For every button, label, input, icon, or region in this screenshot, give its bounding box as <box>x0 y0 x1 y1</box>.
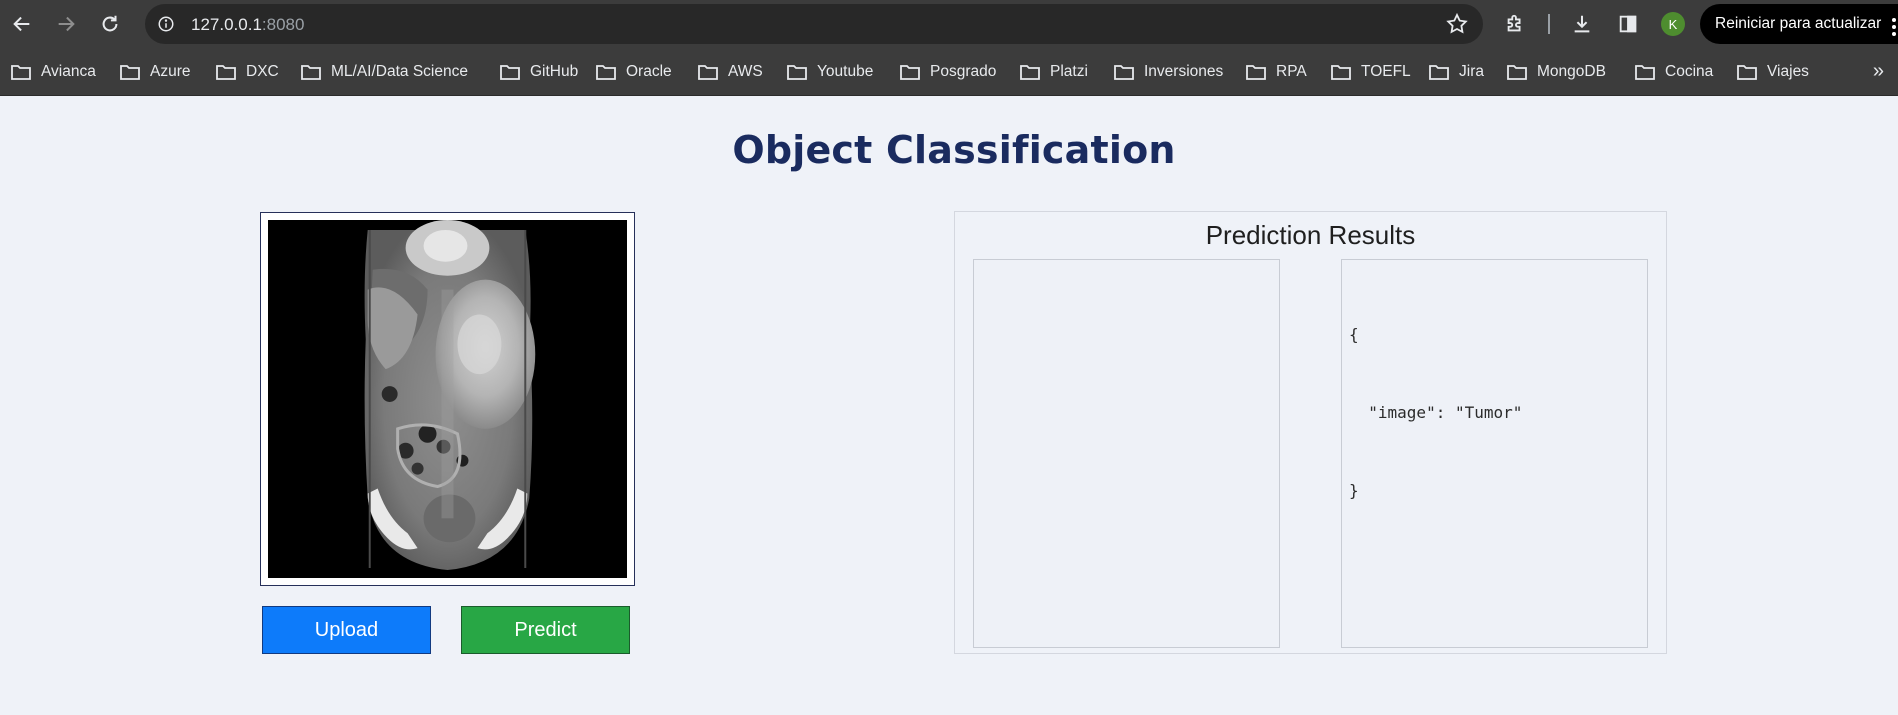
bookmark-label: AWS <box>728 63 763 80</box>
bookmark-label: GitHub <box>530 63 579 80</box>
profile-avatar[interactable]: K <box>1661 12 1685 36</box>
toolbar-divider <box>1548 14 1550 34</box>
results-json-panel: { "image": "Tumor" } <box>1341 259 1648 648</box>
chevron-double-right-icon[interactable]: » <box>1873 60 1884 83</box>
bookmark-platzi[interactable]: Platzi <box>1019 58 1088 86</box>
browser-toolbar: 127.0.0.1:8080 K Reiniciar para actualiz… <box>0 0 1898 48</box>
bookmark-label: Viajes <box>1767 63 1809 80</box>
upload-button[interactable]: Upload <box>262 606 431 654</box>
bookmark-viajes[interactable]: Viajes <box>1736 58 1809 86</box>
json-line: } <box>1349 481 1359 500</box>
reload-icon[interactable] <box>96 10 124 38</box>
bookmark-label: Azure <box>150 63 191 80</box>
json-line: { <box>1349 325 1359 344</box>
results-title: Prediction Results <box>1205 220 1416 250</box>
folder-icon <box>1634 63 1665 81</box>
back-arrow-icon[interactable] <box>8 10 36 38</box>
forward-arrow-icon[interactable] <box>52 10 80 38</box>
bookmark-label: Cocina <box>1665 63 1714 80</box>
bookmark-star-icon[interactable] <box>1445 12 1469 41</box>
url-port: :8080 <box>261 15 305 34</box>
bookmark-label: Jira <box>1459 63 1484 80</box>
results-json: { "image": "Tumor" } <box>1349 270 1522 556</box>
folder-icon <box>595 63 626 81</box>
bookmark-label: Platzi <box>1050 63 1088 80</box>
folder-icon <box>899 63 930 81</box>
folder-icon <box>1428 63 1459 81</box>
folder-icon <box>1736 63 1767 81</box>
bookmark-github[interactable]: GitHub <box>499 58 578 86</box>
folder-icon <box>697 63 728 81</box>
bookmark-label: Youtube <box>817 63 874 80</box>
url-text[interactable]: 127.0.0.1:8080 <box>191 15 304 35</box>
bookmark-jira[interactable]: Jira <box>1428 58 1484 86</box>
bookmark-label: Avianca <box>41 63 96 80</box>
bookmark-aws[interactable]: AWS <box>697 58 763 86</box>
bookmark-label: Oracle <box>626 63 672 80</box>
bookmark-inversiones[interactable]: Inversiones <box>1113 58 1223 86</box>
restart-to-update-button[interactable]: Reiniciar para actualizar <box>1700 4 1898 44</box>
bookmark-dxc[interactable]: DXC <box>215 58 279 86</box>
json-line: "image": "Tumor" <box>1349 403 1523 422</box>
folder-icon <box>786 63 817 81</box>
restart-to-update-label: Reiniciar para actualizar <box>1715 15 1882 32</box>
bookmark-label: MongoDB <box>1537 63 1606 80</box>
bookmark-label: DXC <box>246 63 279 80</box>
bookmark-rpa[interactable]: RPA <box>1245 58 1307 86</box>
folder-icon <box>1330 63 1361 81</box>
folder-icon <box>499 63 530 81</box>
bookmark-ml-ai-data-science[interactable]: ML/AI/Data Science <box>300 58 468 86</box>
image-preview-frame <box>260 212 635 586</box>
bookmark-label: Inversiones <box>1144 63 1224 80</box>
bookmark-label: ML/AI/Data Science <box>331 63 468 80</box>
results-image-panel <box>973 259 1280 648</box>
bookmark-azure[interactable]: Azure <box>119 58 191 86</box>
more-vert-icon[interactable] <box>1892 18 1896 38</box>
prediction-results-panel: Prediction Results { "image": "Tumor" } <box>954 211 1667 654</box>
url-host: 127.0.0.1 <box>191 15 262 34</box>
bookmark-mongodb[interactable]: MongoDB <box>1506 58 1606 86</box>
side-panel-icon[interactable] <box>1614 10 1642 38</box>
extensions-icon[interactable] <box>1501 10 1529 38</box>
folder-icon <box>119 63 150 81</box>
download-icon[interactable] <box>1568 10 1596 38</box>
folder-icon <box>300 63 331 81</box>
folder-icon <box>215 63 246 81</box>
bookmark-oracle[interactable]: Oracle <box>595 58 672 86</box>
folder-icon <box>1245 63 1276 81</box>
predict-button[interactable]: Predict <box>461 606 630 654</box>
folder-icon <box>1113 63 1144 81</box>
folder-icon <box>1506 63 1537 81</box>
site-info-icon[interactable] <box>154 12 178 36</box>
folder-icon <box>1019 63 1050 81</box>
page-title: Object Classification <box>732 128 1176 172</box>
bookmark-label: TOEFL <box>1361 63 1411 80</box>
bookmark-posgrado[interactable]: Posgrado <box>899 58 996 86</box>
folder-icon <box>10 63 41 81</box>
bookmark-toefl[interactable]: TOEFL <box>1330 58 1411 86</box>
address-bar[interactable]: 127.0.0.1:8080 <box>145 4 1483 44</box>
bookmark-avianca[interactable]: Avianca <box>10 58 96 86</box>
bookmark-cocina[interactable]: Cocina <box>1634 58 1713 86</box>
bookmarks-bar: » Avianca Azure DXC ML/AI/Data Science GitHu… <box>0 48 1898 96</box>
ct-scan-image <box>268 220 627 578</box>
bookmark-youtube[interactable]: Youtube <box>786 58 873 86</box>
bookmark-label: RPA <box>1276 63 1307 80</box>
bookmark-label: Posgrado <box>930 63 997 80</box>
